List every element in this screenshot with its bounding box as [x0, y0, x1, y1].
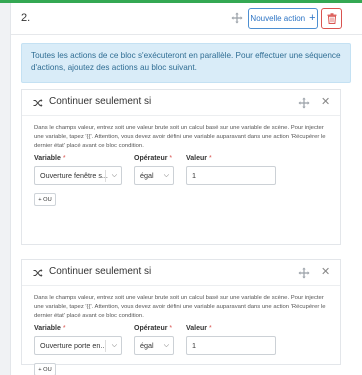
operator-label: Opérateur * [134, 325, 173, 332]
action-block: 2. Nouvelle action + Toutes les actions … [10, 3, 362, 375]
plus-icon: + [309, 12, 316, 24]
operator-label: Opérateur * [134, 155, 173, 162]
move-icon[interactable] [298, 97, 310, 109]
condition-description: Dans le champs valeur, entrez soit une v… [34, 125, 326, 149]
new-action-label: Nouvelle action [250, 14, 306, 23]
condition-fields: Variable * Opérateur * Valeur * Ouvertur… [34, 155, 328, 211]
move-icon[interactable] [298, 267, 310, 279]
value-input[interactable]: 1 [186, 166, 276, 185]
add-or-button[interactable]: + OU [34, 193, 56, 206]
condition-title: Continuer seulement si [49, 96, 152, 107]
delete-block-button[interactable] [321, 8, 342, 29]
operator-select-value: égal [140, 341, 154, 350]
condition-title: Continuer seulement si [49, 266, 152, 277]
condition-card: Continuer seulement si ✕ Dans le champs … [21, 89, 341, 245]
operator-select[interactable]: égal ⌵ [134, 166, 174, 185]
parallel-info-alert: Toutes les actions de ce bloc s'exécuter… [21, 43, 351, 83]
condition-description: Dans le champs valeur, entrez soit une v… [34, 295, 326, 319]
operator-select[interactable]: égal ⌵ [134, 336, 174, 355]
new-action-button[interactable]: Nouvelle action + [248, 8, 318, 29]
condition-card-header: Continuer seulement si ✕ [22, 90, 340, 116]
move-icon[interactable] [231, 12, 243, 24]
shuffle-icon [33, 99, 43, 107]
trash-icon [327, 13, 336, 24]
condition-card-header: Continuer seulement si ✕ [22, 260, 340, 286]
chevron-down-icon: ⌵ [163, 172, 169, 179]
variable-select-value: Ouverture fenêtre s... [40, 171, 108, 180]
chevron-down-icon: ⌵ [111, 342, 117, 349]
variable-select-value: Ouverture porte en... [40, 341, 107, 350]
close-icon[interactable]: ✕ [321, 96, 330, 108]
value-label: Valeur * [186, 155, 212, 162]
operator-select-value: égal [140, 171, 154, 180]
variable-select[interactable]: Ouverture fenêtre s... ⌵ [34, 166, 122, 185]
value-label: Valeur * [186, 325, 212, 332]
condition-fields: Variable * Opérateur * Valeur * Ouvertur… [34, 325, 328, 375]
condition-card: Continuer seulement si ✕ Dans le champs … [21, 259, 341, 375]
value-input[interactable]: 1 [186, 336, 276, 355]
close-icon[interactable]: ✕ [321, 266, 330, 278]
shuffle-icon [33, 269, 43, 277]
variable-label: Variable * [34, 155, 66, 162]
chevron-down-icon: ⌵ [163, 342, 169, 349]
chevron-down-icon: ⌵ [111, 172, 117, 179]
block-header: 2. Nouvelle action + [11, 3, 362, 35]
variable-select[interactable]: Ouverture porte en... ⌵ [34, 336, 122, 355]
variable-label: Variable * [34, 325, 66, 332]
block-number: 2. [21, 12, 31, 24]
add-or-button[interactable]: + OU [34, 363, 56, 375]
